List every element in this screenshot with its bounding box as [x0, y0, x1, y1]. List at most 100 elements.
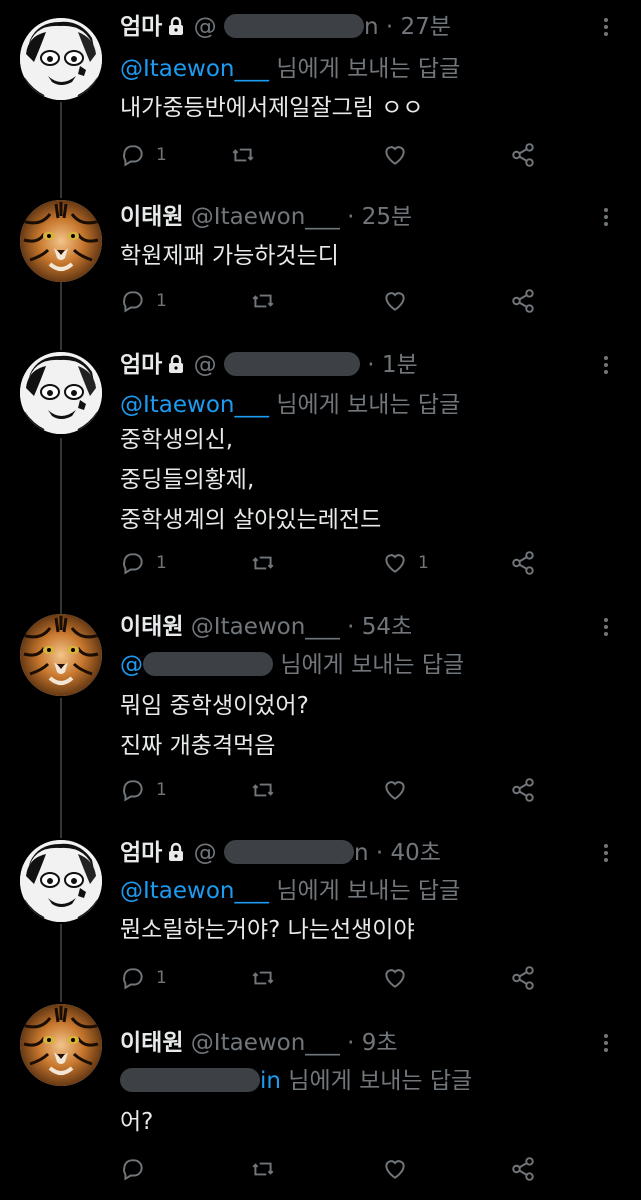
heart-icon: [382, 142, 408, 168]
separator-dot: ·: [347, 1030, 355, 1056]
retweet-button[interactable]: [230, 141, 256, 169]
author-name[interactable]: 엄마: [120, 840, 162, 866]
share-icon: [510, 288, 536, 314]
share-button[interactable]: [510, 776, 536, 804]
avatar[interactable]: [20, 614, 102, 696]
reply-button[interactable]: 1: [120, 287, 167, 315]
author-name[interactable]: 이태원: [120, 1030, 183, 1056]
tweet-header: 엄마 @ · 1분: [120, 350, 418, 382]
like-button[interactable]: [382, 287, 418, 315]
reply-button[interactable]: 1: [120, 141, 167, 169]
avatar[interactable]: [20, 200, 102, 282]
redacted-handle: [223, 14, 364, 38]
author-name[interactable]: 엄마: [120, 352, 162, 378]
reply-button[interactable]: 1: [120, 776, 167, 804]
reply-label: 님에게 보내는 답글: [280, 652, 465, 678]
like-button[interactable]: 1: [382, 549, 429, 577]
thread-connector: [60, 698, 62, 838]
redacted-handle: [223, 352, 360, 376]
retweet-icon: [230, 142, 256, 168]
avatar[interactable]: [20, 840, 102, 922]
retweet-button[interactable]: [250, 549, 276, 577]
tweet-header: 이태원 @Itaewon___ · 9초: [120, 1028, 398, 1058]
like-button[interactable]: [382, 141, 418, 169]
like-button[interactable]: [382, 1155, 418, 1183]
mention-link[interactable]: @Itaewon___: [120, 878, 269, 904]
retweet-icon: [250, 288, 276, 314]
reply-button[interactable]: [120, 1155, 156, 1183]
tweet-actions: 1: [120, 287, 540, 315]
author-handle[interactable]: @ n: [194, 14, 379, 40]
author-handle[interactable]: @Itaewon___: [191, 614, 340, 640]
retweet-button[interactable]: [250, 776, 276, 804]
reply-context: in 님에게 보내는 답글: [120, 1066, 472, 1096]
redacted-handle: [223, 840, 354, 864]
reply-icon: [120, 965, 146, 991]
tweet-text: 학원제패 가능하것는디: [120, 243, 339, 269]
author-name[interactable]: 이태원: [120, 204, 183, 230]
share-icon: [510, 965, 536, 991]
timestamp[interactable]: 40초: [390, 840, 440, 866]
more-icon[interactable]: [604, 18, 610, 39]
tweet-actions: 1: [120, 964, 540, 992]
author-handle[interactable]: @ n: [194, 840, 369, 866]
avatar[interactable]: [20, 352, 102, 434]
share-button[interactable]: [510, 141, 536, 169]
retweet-button[interactable]: [250, 964, 276, 992]
like-button[interactable]: [382, 964, 418, 992]
share-button[interactable]: [510, 964, 536, 992]
reply-icon: [120, 1156, 146, 1182]
avatar[interactable]: [20, 18, 102, 100]
reply-context: @Itaewon___ 님에게 보내는 답글: [120, 390, 460, 420]
mention-link[interactable]: @Itaewon___: [120, 392, 269, 418]
share-button[interactable]: [510, 1155, 536, 1183]
reply-count: 1: [156, 780, 167, 800]
retweet-icon: [250, 550, 276, 576]
author-handle[interactable]: @Itaewon___: [191, 1030, 340, 1056]
mention-link[interactable]: in: [120, 1068, 281, 1094]
timestamp[interactable]: 9초: [362, 1030, 398, 1056]
avatar[interactable]: [20, 1004, 102, 1086]
author-handle[interactable]: @: [194, 352, 360, 378]
retweet-button[interactable]: [250, 287, 276, 315]
more-icon[interactable]: [604, 356, 610, 377]
timestamp[interactable]: 54초: [362, 614, 412, 640]
reply-icon: [120, 550, 146, 576]
redacted-handle: [120, 1068, 260, 1092]
tweet-actions: 1: [120, 141, 540, 169]
timestamp[interactable]: 25분: [362, 204, 412, 230]
timestamp[interactable]: 1분: [382, 352, 418, 378]
author-handle[interactable]: @Itaewon___: [191, 204, 340, 230]
share-icon: [510, 550, 536, 576]
tweet-text: 중학생의신, 중딩들의황제, 중학생계의 살아있는레전드: [120, 427, 382, 533]
like-button[interactable]: [382, 776, 418, 804]
tweet-header: 엄마 @ n · 27분: [120, 12, 451, 44]
tweet-text: 어?: [120, 1109, 154, 1135]
thread-connector: [60, 924, 62, 1002]
reply-button[interactable]: 1: [120, 549, 167, 577]
more-icon[interactable]: [604, 618, 610, 639]
share-button[interactable]: [510, 287, 536, 315]
reply-icon: [120, 142, 146, 168]
separator-dot: ·: [347, 614, 355, 640]
share-icon: [510, 777, 536, 803]
more-icon[interactable]: [604, 1034, 610, 1055]
author-name[interactable]: 이태원: [120, 614, 183, 640]
reply-context: @ 님에게 보내는 답글: [120, 650, 464, 680]
retweet-icon: [250, 1156, 276, 1182]
reply-button[interactable]: 1: [120, 964, 167, 992]
share-icon: [510, 1156, 536, 1182]
more-icon[interactable]: [604, 208, 610, 229]
more-icon[interactable]: [604, 844, 610, 865]
author-name[interactable]: 엄마: [120, 14, 162, 40]
separator-dot: ·: [375, 840, 384, 866]
tweet-actions: 1: [120, 776, 540, 804]
timestamp[interactable]: 27분: [400, 14, 450, 40]
share-button[interactable]: [510, 549, 536, 577]
mention-link[interactable]: @: [120, 652, 273, 678]
reply-label: 님에게 보내는 답글: [276, 392, 461, 418]
retweet-button[interactable]: [250, 1155, 276, 1183]
mention-link[interactable]: @Itaewon___: [120, 56, 269, 82]
tweet-header: 이태원 @Itaewon___ · 25분: [120, 202, 412, 232]
lock-icon: [166, 352, 186, 382]
